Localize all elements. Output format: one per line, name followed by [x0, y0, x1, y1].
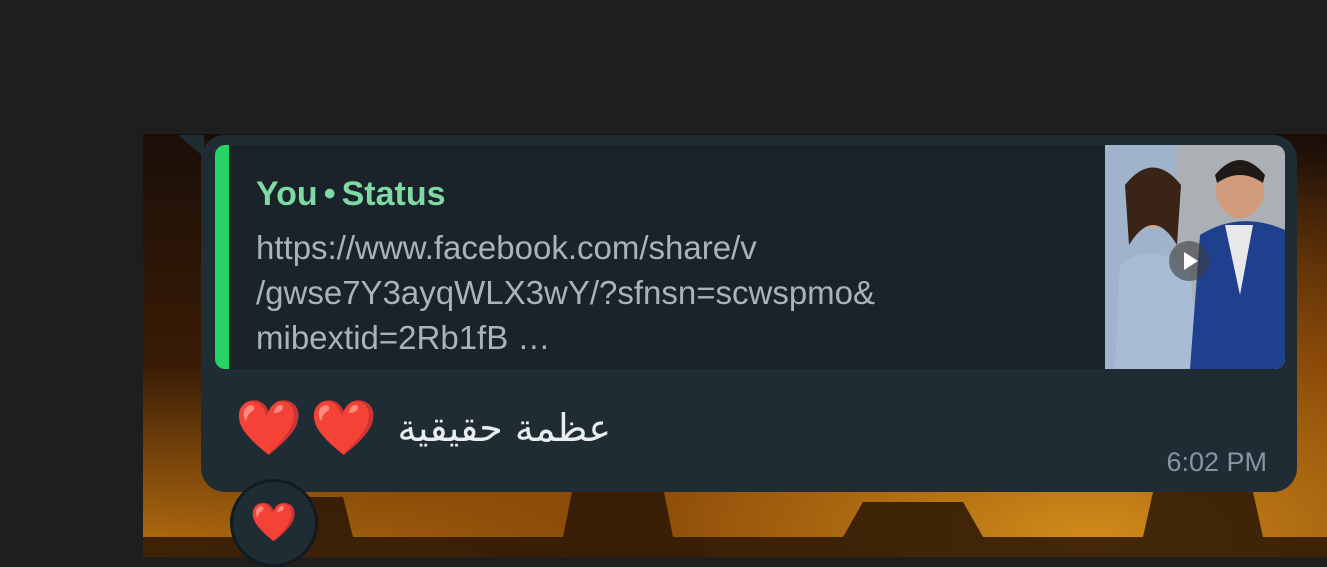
quote-title: You • Status	[256, 175, 446, 214]
message-timestamp: 6:02 PM	[1166, 447, 1267, 477]
message-bubble[interactable]: You • Status https://www.facebook.com/shar…	[201, 135, 1297, 492]
quote-accent-bar	[215, 145, 229, 369]
message-body: ❤️ ❤️ عظمة حقيقية	[235, 393, 611, 463]
status-thumbnail[interactable]	[1105, 145, 1285, 369]
heart-emoji: ❤️	[310, 398, 378, 458]
bubble-tail	[178, 135, 204, 157]
quote-context: Status	[341, 175, 446, 213]
heart-reaction-icon: ❤️	[250, 502, 298, 544]
message-text: عظمة حقيقية	[397, 406, 612, 450]
heart-emoji: ❤️	[235, 398, 303, 458]
play-icon[interactable]	[1169, 241, 1209, 281]
quote-url-text: https://www.facebook.com/share/v /gwse7Y…	[256, 229, 876, 356]
quote-separator: •	[323, 175, 336, 213]
quote-sender: You	[256, 175, 318, 213]
reaction-badge[interactable]: ❤️	[230, 479, 318, 567]
quoted-status-reply[interactable]: You • Status https://www.facebook.com/shar…	[215, 145, 1285, 369]
